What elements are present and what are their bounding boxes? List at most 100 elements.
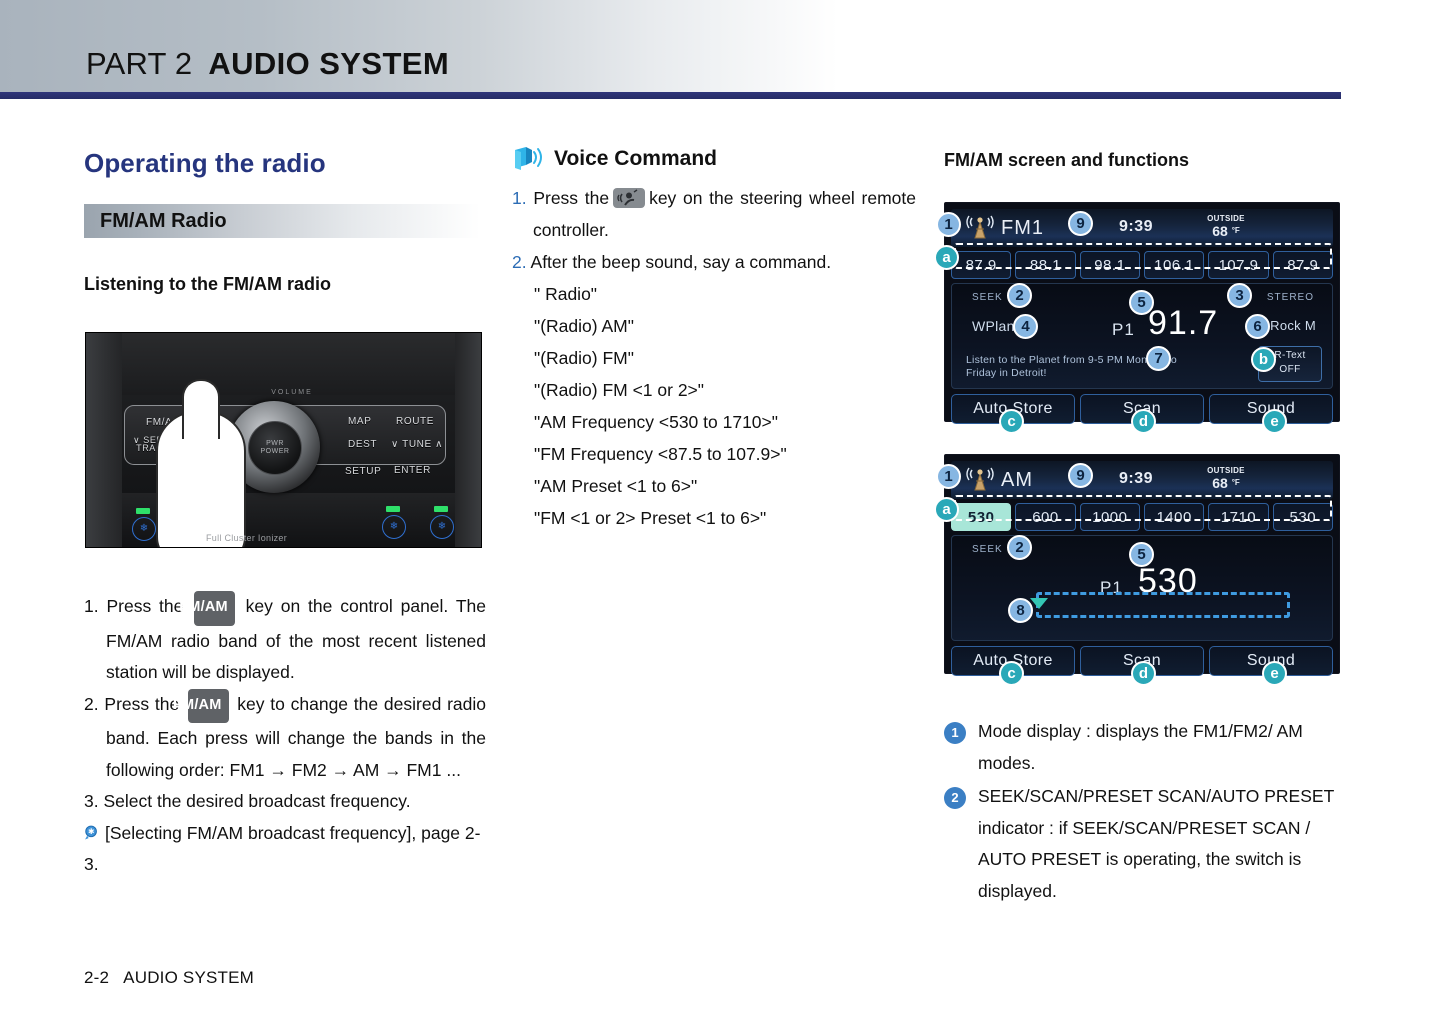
antenna-icon bbox=[965, 215, 995, 241]
pointing-hand bbox=[156, 379, 246, 547]
voice-command-item: "(Radio) AM" bbox=[534, 316, 634, 336]
steering-wheel-voice-key-icon bbox=[613, 188, 646, 208]
step-3-text: Select the desired broadcast frequency. bbox=[103, 791, 411, 811]
callout-d-am: d bbox=[1131, 661, 1156, 686]
am-preset-button[interactable]: 1710 bbox=[1208, 503, 1269, 531]
callout-6-fm: 6 bbox=[1245, 314, 1270, 339]
photo-ionizer-label: Full Cluster Ionizer bbox=[206, 533, 288, 543]
page-title: PART 2 AUDIO SYSTEM bbox=[86, 46, 449, 82]
am-mode-label: AM bbox=[1001, 468, 1033, 491]
callout-3-fm: 3 bbox=[1227, 283, 1252, 308]
photo-fan-icon-right: ❄ bbox=[430, 515, 454, 539]
callout-2-am: 2 bbox=[1007, 535, 1032, 560]
am-preset-button[interactable]: 530 bbox=[951, 503, 1012, 531]
callout-2-fm: 2 bbox=[1007, 283, 1032, 308]
step-3: 3. Select the desired broadcast frequenc… bbox=[84, 786, 486, 818]
legend-badge-1: 1 bbox=[944, 722, 966, 744]
photo-btn-setup: SETUP bbox=[345, 466, 382, 477]
part-title: AUDIO SYSTEM bbox=[208, 46, 450, 81]
am-preset-button[interactable]: 530 bbox=[1272, 503, 1333, 531]
fm-preset-button[interactable]: 106.1 bbox=[1143, 251, 1205, 279]
voice-step-2-number: 2. bbox=[512, 252, 527, 272]
photo-dash-top bbox=[86, 333, 481, 395]
fm-genre: Rock M bbox=[1270, 318, 1316, 333]
callout-c-am: c bbox=[999, 661, 1024, 686]
fm-status-bar: FM1 9:39 OUTSIDE 68 °F bbox=[951, 209, 1333, 247]
fm-preset-button[interactable]: 87.9 bbox=[1272, 251, 1333, 279]
callout-4-fm: 4 bbox=[1013, 314, 1038, 339]
voice-command-title: Voice Command bbox=[554, 147, 717, 170]
fm-preset-row[interactable]: 87.9 88.1 98.1 106.1 107.9 87.9 bbox=[951, 251, 1333, 279]
photo-left-bezel bbox=[86, 333, 122, 547]
callout-1-fm: 1 bbox=[936, 212, 961, 237]
am-outside-value: 68 bbox=[1212, 475, 1228, 491]
subsection-label: FM/AM Radio bbox=[100, 209, 227, 232]
callout-d-fm: d bbox=[1131, 409, 1156, 434]
fm-seek-indicator: SEEK bbox=[972, 292, 1003, 303]
knob-inner: PWR POWER bbox=[248, 421, 302, 475]
listening-heading: Listening to the FM/AM radio bbox=[84, 274, 331, 294]
fm-frequency: 91.7 bbox=[1148, 304, 1219, 342]
fm-preset-button[interactable]: 107.9 bbox=[1208, 251, 1269, 279]
am-preset-button[interactable]: 1400 bbox=[1143, 503, 1205, 531]
voice-command-icon bbox=[512, 146, 546, 172]
am-clock: 9:39 bbox=[1119, 470, 1154, 487]
voice-command-item: "FM Frequency <87.5 to 107.9>" bbox=[534, 444, 787, 464]
am-status-bar: AM 9:39 OUTSIDE 68 °F bbox=[951, 461, 1333, 499]
fm-outside-value: 68 bbox=[1212, 223, 1228, 239]
callout-9-fm: 9 bbox=[1068, 211, 1093, 236]
am-preset-row[interactable]: 530 600 1000 1400 1710 530 bbox=[951, 503, 1333, 531]
callout-a-am: a bbox=[934, 497, 959, 522]
photo-btn-tune: ∨ TUNE ∧ bbox=[391, 439, 444, 450]
callout-5-fm: 5 bbox=[1129, 290, 1154, 315]
fm-am-key-chip-2: FM/AM bbox=[173, 688, 229, 723]
photo-btn-enter: ENTER bbox=[394, 465, 431, 476]
callout-1-am: 1 bbox=[936, 464, 961, 489]
step-2-number: 2. bbox=[84, 693, 99, 714]
photo-fan-icon-left: ❄ bbox=[132, 517, 156, 541]
am-frequency: 530 bbox=[1138, 562, 1198, 600]
fm-stereo-indicator: STEREO bbox=[1266, 292, 1314, 303]
volume-label: VOLUME bbox=[271, 389, 313, 396]
callout-c-fm: c bbox=[999, 409, 1024, 434]
fm-mode-label: FM1 bbox=[1001, 216, 1044, 239]
step-1: 1. Press the FM/AM key on the control pa… bbox=[84, 591, 486, 689]
fm-am-key-chip-1: FM/AM bbox=[179, 591, 235, 626]
photo-fan-icon-mid: ❄ bbox=[382, 515, 406, 539]
part-label: PART 2 bbox=[86, 46, 193, 81]
photo-indicator-led-right bbox=[434, 506, 448, 512]
fm-preset-number: P1 bbox=[1112, 320, 1135, 339]
cross-reference-text: [Selecting FM/AM broadcast frequency], p… bbox=[84, 822, 481, 875]
antenna-icon bbox=[965, 467, 995, 493]
step-3-number: 3. bbox=[84, 791, 99, 811]
am-preset-button[interactable]: 1000 bbox=[1079, 503, 1140, 531]
footer-page-number: 2-2 bbox=[84, 968, 110, 987]
page-footer: 2-2 AUDIO SYSTEM bbox=[84, 968, 254, 988]
legend-item: 1 Mode display : displays the FM1/FM2/ A… bbox=[944, 716, 1344, 779]
finger-tip bbox=[182, 379, 220, 439]
photo-indicator-led-mid bbox=[386, 506, 400, 512]
step-2: 2. Press the FM/AM key to change the des… bbox=[84, 688, 486, 787]
photo-btn-map: MAP bbox=[348, 416, 372, 427]
fm-preset-button[interactable]: 98.1 bbox=[1079, 251, 1140, 279]
voice-command-item: " Radio" bbox=[534, 284, 598, 304]
am-preset-button[interactable]: 600 bbox=[1015, 503, 1076, 531]
voice-command-item: "(Radio) FM <1 or 2>" bbox=[534, 380, 704, 400]
voice-step-1-pre: Press the bbox=[533, 188, 610, 208]
control-panel-photo: VOLUME FM/AM XM MAP ROUTE ∨ SEEK TRACK ∧… bbox=[85, 332, 482, 548]
voice-step-1-number: 1. bbox=[512, 188, 527, 208]
callout-7-fm: 7 bbox=[1146, 346, 1171, 371]
section-title: Operating the radio bbox=[84, 148, 326, 178]
svg-text:✱: ✱ bbox=[88, 827, 95, 836]
fm-am-screen-heading: FM/AM screen and functions bbox=[944, 150, 1190, 170]
callout-a-fm: a bbox=[934, 245, 959, 270]
header-rule bbox=[0, 92, 1341, 99]
fm-outside-temp: OUTSIDE 68 °F bbox=[1193, 214, 1259, 238]
callout-5-am: 5 bbox=[1129, 542, 1154, 567]
fm-preset-button[interactable]: 88.1 bbox=[1015, 251, 1076, 279]
fm-preset-button[interactable]: 87.9 bbox=[951, 251, 1012, 279]
callout-e-am: e bbox=[1262, 661, 1287, 686]
subsection-bar: FM/AM Radio bbox=[84, 204, 480, 238]
fm-outside-unit: °F bbox=[1231, 226, 1240, 235]
voice-command-body: 1. Press the key on the steering wheel r… bbox=[512, 182, 916, 534]
